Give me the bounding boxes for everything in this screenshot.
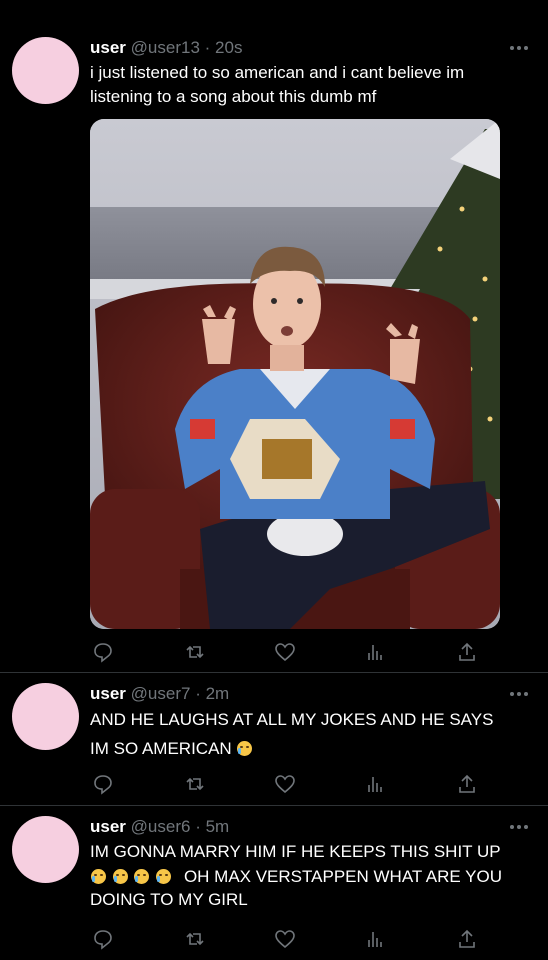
retweet-icon[interactable] <box>184 641 206 663</box>
crying-emoji <box>156 869 172 884</box>
tweet-text: IM GONNA MARRY HIM IF HE KEEPS THIS SHIT… <box>90 838 530 911</box>
display-name[interactable]: user <box>90 817 126 836</box>
retweet-icon[interactable] <box>184 773 206 795</box>
timestamp[interactable]: 2m <box>206 684 230 703</box>
retweet-icon[interactable] <box>184 928 206 950</box>
more-icon[interactable] <box>510 824 528 830</box>
reply-icon[interactable] <box>92 928 114 950</box>
heart-icon[interactable] <box>274 928 296 950</box>
tweet-text-line: i just listened to so american and i can… <box>90 63 465 82</box>
tweet-text-line: AND HE LAUGHS AT ALL MY JOKES AND HE SAY… <box>90 710 494 729</box>
tweet-2[interactable]: user @user7 · 2m AND HE LAUGHS AT ALL MY… <box>0 673 548 805</box>
more-icon[interactable] <box>510 45 528 51</box>
tweet-text: i just listened to so american and i can… <box>90 61 530 109</box>
display-name[interactable]: user <box>90 38 126 57</box>
separator: · <box>195 684 201 703</box>
tweet-3[interactable]: user @user6 · 5m IM GONNA MARRY HIM IF H… <box>0 806 548 960</box>
tweet-header: user @user6 · 5m <box>90 817 229 837</box>
tweet-header: user @user13 · 20s <box>90 38 242 58</box>
tweet-actions <box>90 773 480 795</box>
tweet-actions <box>90 928 480 950</box>
separator: · <box>204 38 211 57</box>
reply-icon[interactable] <box>92 773 114 795</box>
timestamp[interactable]: 5m <box>206 817 230 836</box>
tweet-text-line: OH MAX VERSTAPPEN WHAT ARE YOU <box>183 867 502 886</box>
more-icon[interactable] <box>510 691 528 697</box>
crying-emoji <box>91 869 106 884</box>
media-photo <box>90 119 500 629</box>
user-handle[interactable]: @user6 <box>131 817 191 836</box>
reply-icon[interactable] <box>92 641 114 663</box>
tweet-text-line: IM SO AMERICAN <box>90 739 232 758</box>
tweet-header: user @user7 · 2m <box>90 684 229 704</box>
user-handle[interactable]: @user13 <box>131 38 200 57</box>
avatar[interactable] <box>12 37 79 104</box>
crying-emoji <box>134 869 150 884</box>
avatar[interactable] <box>12 683 79 750</box>
avatar[interactable] <box>12 816 79 883</box>
tweet-text-line-wrap: OH MAX VERSTAPPEN WHAT ARE YOU <box>90 865 530 888</box>
crying-emoji <box>112 869 128 884</box>
tweet-1[interactable]: user @user13 · 20s i just listened to so… <box>0 0 548 672</box>
tweet-text-line: IM GONNA MARRY HIM IF HE KEEPS THIS SHIT… <box>90 842 501 861</box>
user-handle[interactable]: @user7 <box>131 684 191 703</box>
share-icon[interactable] <box>456 773 478 795</box>
separator: · <box>195 817 201 836</box>
analytics-icon[interactable] <box>365 928 387 950</box>
analytics-icon[interactable] <box>365 641 387 663</box>
share-icon[interactable] <box>456 928 478 950</box>
tweet-text: AND HE LAUGHS AT ALL MY JOKES AND HE SAY… <box>90 705 530 763</box>
timestamp[interactable]: 20s <box>215 38 242 57</box>
display-name[interactable]: user <box>90 684 126 703</box>
crying-emoji <box>237 741 253 756</box>
tweet-text-line: listening to a song about this dumb mf <box>90 87 377 106</box>
analytics-icon[interactable] <box>365 773 387 795</box>
heart-icon[interactable] <box>274 773 296 795</box>
share-icon[interactable] <box>456 641 478 663</box>
tweet-actions <box>90 641 480 663</box>
heart-icon[interactable] <box>274 641 296 663</box>
tweet-text-line: DOING TO MY GIRL <box>90 890 248 909</box>
tweet-media-image[interactable] <box>90 119 500 629</box>
tweet-text-line-wrap: IM SO AMERICAN <box>90 734 530 763</box>
